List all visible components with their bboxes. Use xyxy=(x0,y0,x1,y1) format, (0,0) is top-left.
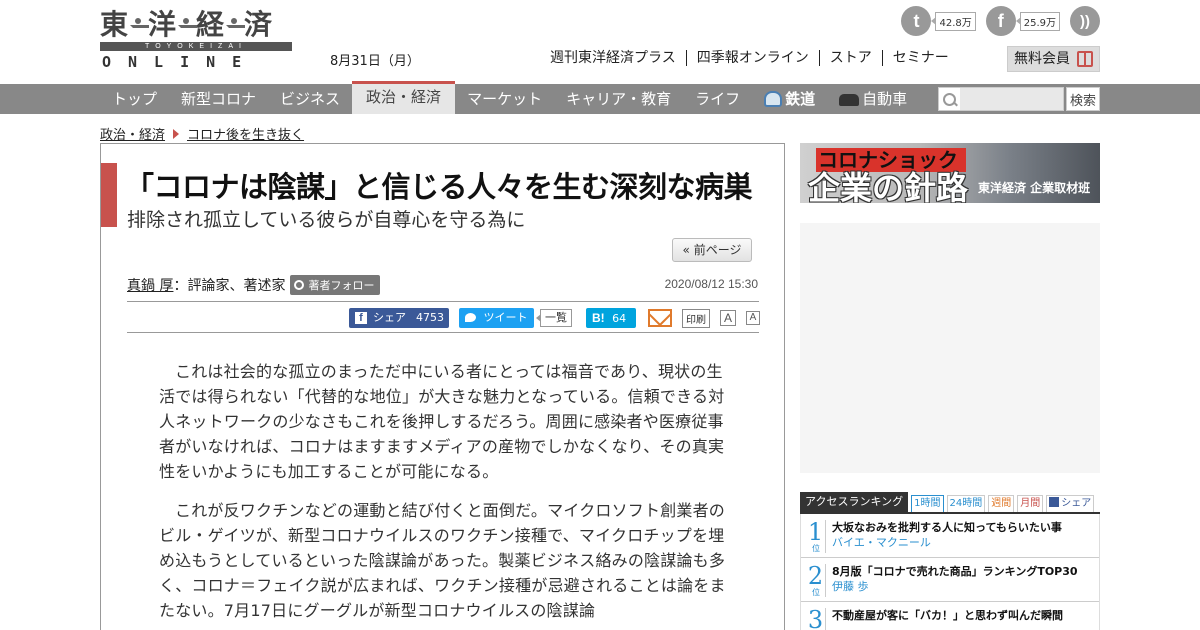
nav-market[interactable]: マーケット xyxy=(455,84,554,114)
tweet-list-link[interactable]: 一覧 xyxy=(536,309,572,327)
article-body: これは社会的な孤立のまっただ中にいる者にとっては福音であり、現状の生活では得られ… xyxy=(159,359,729,630)
member-label: 無料会員 xyxy=(1014,51,1070,67)
facebook-icon xyxy=(1049,497,1060,507)
nav-career[interactable]: キャリア・教育 xyxy=(554,84,683,114)
hatena-bookmark-button[interactable]: B! 64 xyxy=(586,308,636,328)
rss-icon: )) xyxy=(1070,6,1100,36)
list-item[interactable]: 1位 大坂なおみを批判する人に知ってもらいたい事 バイエ・マクニール xyxy=(801,514,1099,558)
paragraph: これは社会的な孤立のまっただ中にいる者にとっては福音であり、現状の生活では得られ… xyxy=(159,362,725,481)
breadcrumb-category[interactable]: 政治・経済 xyxy=(100,124,165,143)
twitter-icon: t xyxy=(901,6,932,36)
search-icon xyxy=(938,87,960,111)
article-subtitle: 排除され孤立している彼らが自尊心を守る為に xyxy=(127,209,526,231)
tab-1hour[interactable]: 1時間 xyxy=(911,495,944,512)
site-logo[interactable]: 東 洋 経 済 TOYOKEIZAI ONLINE xyxy=(100,8,292,71)
ranking-tabs: アクセスランキング 1時間 24時間 週間 月間 シェア xyxy=(800,492,1100,514)
divider xyxy=(127,301,759,302)
logo-online: ONLINE xyxy=(102,53,259,71)
list-item[interactable]: 2位 8月版「コロナで売れた商品」ランキングTOP30 伊藤 歩 xyxy=(801,558,1099,602)
logo-subbar: TOYOKEIZAI xyxy=(100,42,292,51)
current-date: 8月31日（月） xyxy=(330,54,420,69)
banner-credit: 東洋経済 企業取材班 xyxy=(978,181,1091,195)
banner-title: 企業の針路 xyxy=(808,169,969,203)
series-banner[interactable]: コロナショック 企業の針路 東洋経済 企業取材班 xyxy=(800,143,1100,203)
nav-covid[interactable]: 新型コロナ xyxy=(169,84,268,114)
access-ranking: アクセスランキング 1時間 24時間 週間 月間 シェア 1位 大坂なおみを批判… xyxy=(800,492,1100,630)
rank-number: 3位 xyxy=(806,608,826,630)
social-links: t 42.8万 f 25.9万 )) xyxy=(901,6,1100,36)
person-icon xyxy=(294,280,305,290)
facebook-share-button[interactable]: f シェア 4753 xyxy=(349,308,449,328)
link-seminar[interactable]: セミナー xyxy=(881,50,959,66)
tab-24hours[interactable]: 24時間 xyxy=(946,495,986,512)
nav-business[interactable]: ビジネス xyxy=(268,84,352,114)
rank-author: バイエ・マクニール xyxy=(832,536,931,549)
nav-top[interactable]: トップ xyxy=(100,84,169,114)
font-small-button[interactable]: A xyxy=(746,311,760,325)
breadcrumb-series[interactable]: コロナ後を生き抜く xyxy=(187,124,304,143)
ranking-list: 1位 大坂なおみを批判する人に知ってもらいたい事 バイエ・マクニール 2位 8月… xyxy=(800,514,1100,630)
mail-icon[interactable] xyxy=(648,309,672,327)
publish-date: 2020/08/12 15:30 xyxy=(664,277,758,291)
rss-link[interactable]: )) xyxy=(1070,6,1100,36)
title-accent xyxy=(101,163,117,227)
search-bar: 検索 xyxy=(938,87,1100,111)
facebook-icon: f xyxy=(355,312,367,324)
nav-life[interactable]: ライフ xyxy=(683,84,752,114)
article: 「コロナは陰謀」と信じる人々を生む深刻な病巣 排除され孤立している彼らが自尊心を… xyxy=(100,143,785,630)
facebook-follow[interactable]: f 25.9万 xyxy=(985,6,1060,36)
breadcrumb: 政治・経済 コロナ後を生き抜く xyxy=(100,124,304,143)
paragraph: これが反ワクチンなどの運動と結び付くと面倒だ。マイクロソフト創業者のビル・ゲイツ… xyxy=(159,501,726,620)
twitter-count: 42.8万 xyxy=(931,11,976,31)
twitter-icon xyxy=(465,313,476,322)
article-title: 「コロナは陰謀」と信じる人々を生む深刻な病巣 xyxy=(125,170,753,204)
link-store[interactable]: ストア xyxy=(818,50,882,66)
car-icon xyxy=(839,94,860,106)
rank-title: 不動産屋が客に「バカ！」と思わず叫んだ瞬間 xyxy=(832,609,1063,622)
main-nav: トップ 新型コロナ ビジネス 政治・経済 マーケット キャリア・教育 ライフ 鉄… xyxy=(0,81,1200,114)
train-icon xyxy=(764,91,783,107)
author-line: 真鍋 厚 ： 評論家、著述家 著者フォロー xyxy=(127,275,381,295)
search-button[interactable]: 検索 xyxy=(1066,87,1100,111)
facebook-icon: f xyxy=(985,6,1016,36)
link-shikiho[interactable]: 四季報オンライン xyxy=(685,50,819,66)
nav-railway[interactable]: 鉄道 xyxy=(752,84,827,114)
twitter-follow[interactable]: t 42.8万 xyxy=(901,6,976,36)
font-large-button[interactable]: A xyxy=(720,310,736,326)
free-member-button[interactable]: 無料会員 xyxy=(1007,46,1100,72)
print-button[interactable]: 印刷 xyxy=(682,308,710,328)
top-links: 週刊東洋経済プラス 四季報オンライン ストア セミナー xyxy=(550,50,959,66)
tweet-button[interactable]: ツイート xyxy=(459,308,534,328)
rank-number: 1位 xyxy=(806,520,826,553)
ad-slot xyxy=(800,223,1100,473)
share-bar: f シェア 4753 ツイート 一覧 B! 64 印刷 A A xyxy=(349,308,760,328)
nav-politics-economy[interactable]: 政治・経済 xyxy=(352,81,456,114)
breadcrumb-arrow-icon xyxy=(173,128,180,139)
logo-kanji: 東 洋 経 済 xyxy=(100,8,273,41)
author-name[interactable]: 真鍋 厚 xyxy=(127,275,173,295)
facebook-count: 25.9万 xyxy=(1015,11,1060,31)
link-weekly-plus[interactable]: 週刊東洋経済プラス xyxy=(550,50,686,66)
ranking-title: アクセスランキング xyxy=(800,492,909,512)
tab-monthly[interactable]: 月間 xyxy=(1017,495,1044,512)
tab-share[interactable]: シェア xyxy=(1046,495,1095,512)
divider xyxy=(127,332,759,333)
rank-author: 伊藤 歩 xyxy=(832,580,869,593)
follow-author-button[interactable]: 著者フォロー xyxy=(290,275,381,295)
author-role: 評論家、著述家 xyxy=(187,278,286,294)
gift-icon xyxy=(1077,51,1093,67)
rank-title: 大坂なおみを批判する人に知ってもらいたい事 xyxy=(832,521,1062,534)
search-input[interactable] xyxy=(960,87,1064,111)
rank-number: 2位 xyxy=(806,564,826,597)
tab-weekly[interactable]: 週間 xyxy=(988,495,1015,512)
rank-title: 8月版「コロナで売れた商品」ランキングTOP30 xyxy=(832,565,1078,578)
list-item[interactable]: 3位 不動産屋が客に「バカ！」と思わず叫んだ瞬間 xyxy=(801,602,1099,630)
prev-page-button[interactable]: « 前ページ xyxy=(672,238,752,262)
nav-car[interactable]: 自動車 xyxy=(827,84,919,114)
